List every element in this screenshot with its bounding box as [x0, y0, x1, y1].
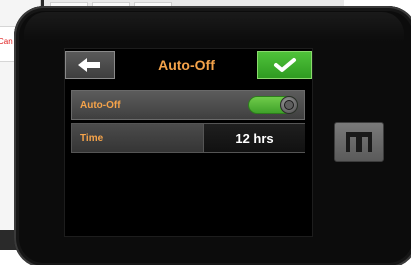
toggle-knob	[280, 96, 298, 114]
time-value[interactable]: 12 hrs	[203, 124, 305, 152]
device-screen: Auto-Off Auto-Off Time 12 hrs	[64, 48, 313, 237]
t-button[interactable]	[334, 122, 384, 162]
auto-off-label: Auto-Off	[80, 99, 121, 111]
confirm-button[interactable]	[257, 51, 312, 79]
time-label: Time	[80, 132, 104, 144]
auto-off-row[interactable]: Auto-Off	[71, 90, 305, 120]
back-button[interactable]	[65, 51, 115, 79]
auto-off-toggle[interactable]	[248, 96, 298, 114]
pump-device: Auto-Off Auto-Off Time 12 hrs	[14, 6, 411, 265]
stage: Can Auto-Off Auto-Off Time 12 hrs	[0, 0, 411, 265]
time-row[interactable]: Time 12 hrs	[71, 123, 305, 153]
screen-title: Auto-Off	[158, 57, 215, 73]
background-cancel-text: Can	[0, 37, 13, 46]
arrow-left-icon	[78, 58, 100, 72]
checkmark-icon	[273, 58, 296, 72]
t-logo-icon	[346, 132, 372, 152]
device-gloss	[24, 12, 404, 42]
